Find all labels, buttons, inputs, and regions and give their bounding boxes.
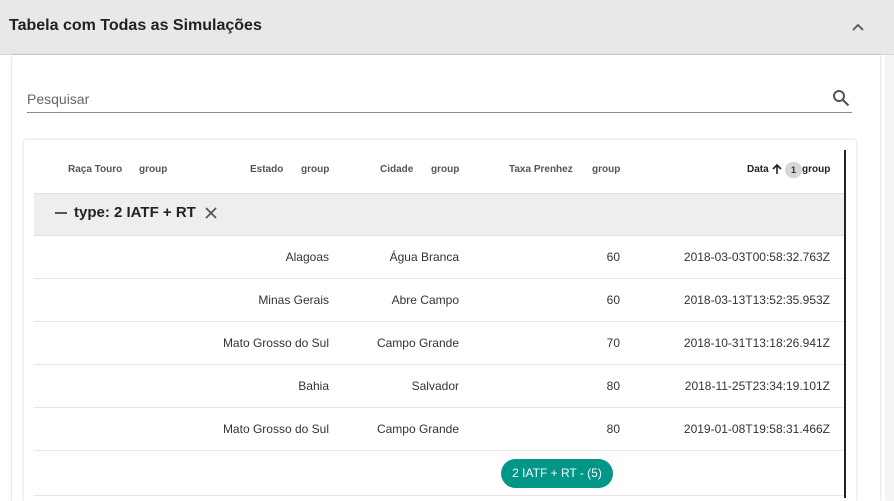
cell-taxa-prenhez: 70 bbox=[606, 336, 620, 350]
panel-title: Tabela com Todas as Simulações bbox=[9, 17, 262, 34]
cell-estado: Alagoas bbox=[285, 250, 329, 264]
search-icon[interactable] bbox=[832, 89, 850, 107]
column-header-raca-touro[interactable]: Raça Touro bbox=[68, 164, 122, 175]
cell-cidade: Abre Campo bbox=[391, 293, 459, 307]
search-field bbox=[27, 84, 852, 113]
cell-estado: Mato Grosso do Sul bbox=[222, 336, 329, 350]
table-right-border bbox=[844, 150, 846, 498]
cell-taxa-prenhez: 60 bbox=[606, 250, 620, 264]
minus-icon[interactable] bbox=[55, 212, 67, 214]
close-icon[interactable] bbox=[204, 206, 218, 220]
cell-estado: Minas Gerais bbox=[258, 293, 329, 307]
scrollbar-track[interactable] bbox=[885, 55, 894, 501]
cell-estado: Bahia bbox=[298, 379, 329, 393]
cell-cidade: Campo Grande bbox=[376, 422, 459, 436]
cell-cidade: Campo Grande bbox=[376, 336, 459, 350]
chevron-up-icon[interactable] bbox=[851, 21, 865, 33]
group-by-taxa-prenhez-button[interactable]: group bbox=[592, 164, 620, 175]
group-label: type: 2 IATF + RT bbox=[74, 204, 196, 221]
panel-header[interactable]: Tabela com Todas as Simulações bbox=[0, 0, 894, 55]
cell-estado: Mato Grosso do Sul bbox=[222, 422, 329, 436]
search-input[interactable] bbox=[27, 89, 817, 109]
column-header-data[interactable]: Data bbox=[747, 164, 769, 175]
cell-cidade: Salvador bbox=[411, 379, 459, 393]
group-by-estado-button[interactable]: group bbox=[301, 164, 329, 175]
column-header-cidade[interactable]: Cidade bbox=[380, 164, 413, 175]
cell-cidade: Água Branca bbox=[389, 250, 459, 264]
cell-data: 2019-01-08T19:58:31.466Z bbox=[683, 422, 830, 436]
group-summary-chip[interactable]: 2 IATF + RT - (5) bbox=[501, 459, 613, 488]
group-by-raca-touro-button[interactable]: group bbox=[139, 164, 167, 175]
cell-taxa-prenhez: 60 bbox=[606, 293, 620, 307]
group-by-data-button[interactable]: group bbox=[802, 164, 830, 175]
group-by-cidade-button[interactable]: group bbox=[431, 164, 459, 175]
cell-data: 2018-03-13T13:52:35.953Z bbox=[683, 293, 830, 307]
cell-taxa-prenhez: 80 bbox=[606, 379, 620, 393]
cell-taxa-prenhez: 80 bbox=[606, 422, 620, 436]
arrow-up-icon[interactable] bbox=[771, 163, 783, 175]
sort-order-badge: 1 bbox=[785, 162, 802, 178]
cell-data: 2018-10-31T13:18:26.941Z bbox=[683, 336, 830, 350]
divider bbox=[34, 495, 844, 496]
column-header-estado[interactable]: Estado bbox=[250, 164, 283, 175]
cell-data: 2018-11-25T23:34:19.101Z bbox=[684, 379, 830, 393]
column-header-taxa-prenhez[interactable]: Taxa Prenhez bbox=[509, 164, 573, 175]
cell-data: 2018-03-03T00:58:32.763Z bbox=[683, 250, 830, 264]
